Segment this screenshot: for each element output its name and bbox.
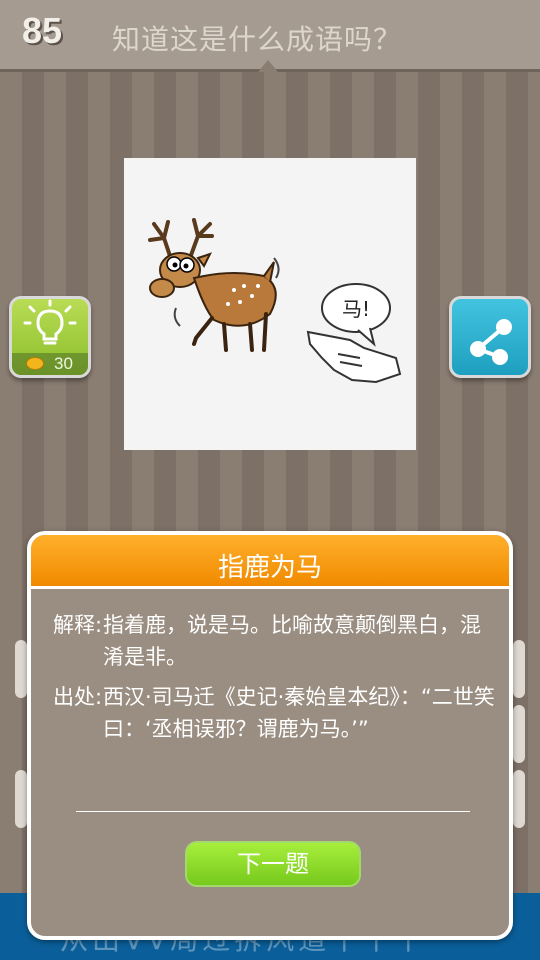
- answer-key: [513, 640, 525, 698]
- header-notch: [258, 60, 278, 72]
- answer-key: [15, 770, 27, 828]
- answer-key: [513, 770, 525, 828]
- coin-icon: [26, 357, 44, 370]
- idiom-title: 指鹿为马: [217, 553, 322, 583]
- explanation-text: 指着鹿，说是马。比喻故意颠倒黑白，混淆是非。: [103, 613, 481, 669]
- hint-button[interactable]: 30: [9, 296, 91, 378]
- explanation-label: 解释:: [53, 613, 103, 637]
- answer-key: [15, 640, 27, 698]
- question-text: 知道这是什么成语吗？: [112, 23, 403, 56]
- level-number: 85: [22, 10, 63, 51]
- lightbulb-icon: [23, 299, 77, 345]
- puzzle-picture: 马!: [124, 158, 416, 450]
- share-button[interactable]: [449, 296, 531, 378]
- share-icon: [470, 319, 512, 365]
- source-label: 出处:: [53, 685, 103, 709]
- divider: [76, 811, 470, 812]
- dialog-title-bar: 指鹿为马: [31, 535, 509, 589]
- hint-cost-bar: 30: [12, 353, 88, 375]
- header-bar: 85 知道这是什么成语吗？: [0, 0, 540, 72]
- hint-cost: 30: [54, 354, 73, 373]
- next-question-button[interactable]: 下一题: [185, 841, 361, 887]
- answer-key: [513, 705, 525, 763]
- speech-text: 马!: [342, 297, 370, 321]
- deer-and-pointing-hand-illustration: 马!: [148, 218, 402, 384]
- source-text: 西汉·司马迁《史记·秦始皇本纪》：“二世笑曰：‘丞相误邪？谓鹿为马。’”: [103, 685, 495, 741]
- answer-dialog: 指鹿为马 解释: 指着鹿，说是马。比喻故意颠倒黑白，混淆是非。 出处: 西汉·司…: [27, 531, 513, 940]
